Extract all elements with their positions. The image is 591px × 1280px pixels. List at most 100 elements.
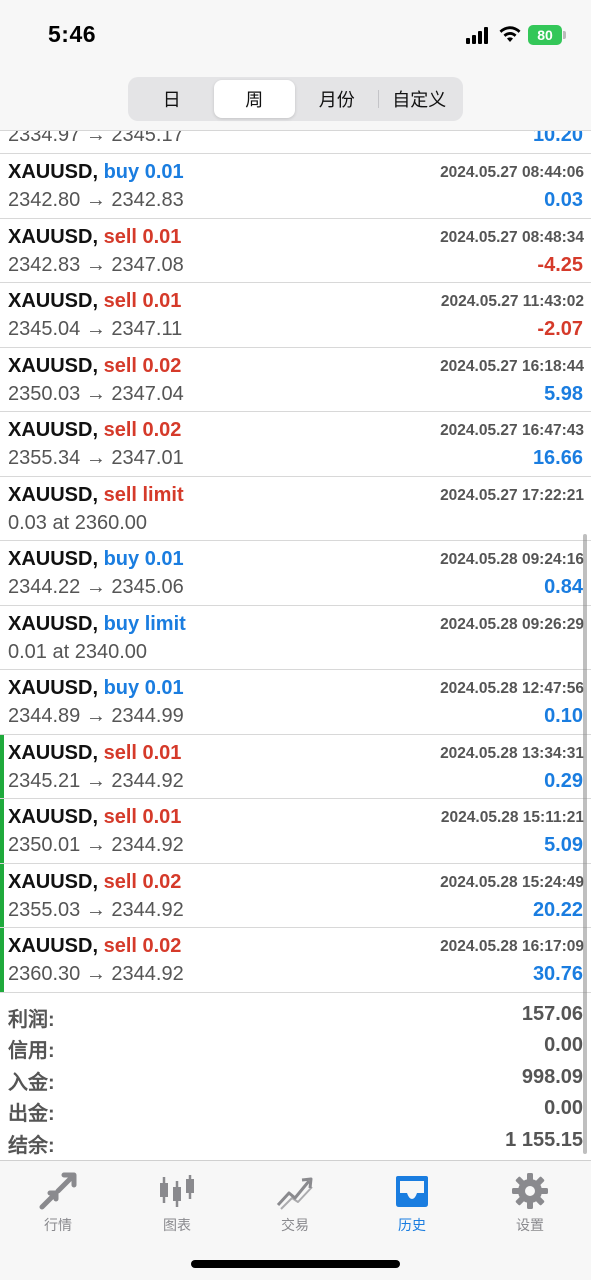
history-row[interactable]: XAUUSD, buy limit 2024.05.28 09:26:29 0.01… <box>0 605 591 670</box>
summary-value: 0.00 <box>544 1097 583 1119</box>
row-prices: 2334.97 → 2345.17 <box>8 131 184 146</box>
row-prices: 2360.30 → 2344.92 <box>8 963 184 985</box>
row-side: buy limit <box>103 612 186 635</box>
row-time: 2024.05.28 09:24:16 <box>440 551 584 568</box>
row-prices: 2344.89 → 2344.99 <box>8 705 184 727</box>
row-prices: 2342.80 → 2342.83 <box>8 189 184 211</box>
row-side: sell 0.02 <box>103 354 182 377</box>
history-row-partial[interactable]: 2334.97 → 2345.17 10.20 <box>0 131 591 154</box>
row-time: 2024.05.28 15:11:21 <box>440 809 584 826</box>
app-root: 5:46 80 日 周 月份 自定义 2334.97 → 2345.17 10.… <box>0 0 591 1280</box>
battery-icon: 80 <box>528 25 562 45</box>
period-tab-custom[interactable]: 自定义 <box>379 80 461 118</box>
row-profit: 0.84 <box>544 576 583 598</box>
order-rows: XAUUSD, buy 0.01 2024.05.27 08:44:06 2342.… <box>0 154 591 993</box>
home-indicator[interactable] <box>191 1260 400 1268</box>
history-row[interactable]: XAUUSD, buy 0.01 2024.05.28 12:47:56 2344.… <box>0 670 591 735</box>
row-symbol: XAUUSD, <box>8 612 99 635</box>
history-row[interactable]: XAUUSD, sell 0.01 2024.05.28 15:11:21 2350… <box>0 799 591 864</box>
period-tab-day[interactable]: 日 <box>131 80 213 118</box>
row-profit: 0.10 <box>544 705 583 727</box>
row-title: XAUUSD, sell 0.01 <box>8 290 181 313</box>
tab-label: 交易 <box>281 1217 309 1233</box>
history-row[interactable]: XAUUSD, sell 0.01 2024.05.28 13:34:31 2345… <box>0 734 591 799</box>
row-profit: 30.76 <box>532 963 583 985</box>
history-list[interactable]: 2334.97 → 2345.17 10.20 XAUUSD, buy 0.01… <box>0 131 591 1160</box>
history-row[interactable]: XAUUSD, buy 0.01 2024.05.28 09:24:16 2344.… <box>0 541 591 606</box>
status-time: 5:46 <box>48 21 97 47</box>
tab-quotes[interactable]: 行情 <box>8 1171 108 1235</box>
summary-value: 0.00 <box>544 1034 583 1056</box>
tab-history[interactable]: 历史 <box>362 1171 462 1235</box>
cellular-signal-icon <box>466 27 492 44</box>
tab-label: 设置 <box>516 1217 544 1233</box>
tab-charts[interactable]: 图表 <box>127 1171 227 1235</box>
history-row[interactable]: XAUUSD, sell limit 2024.05.27 17:22:21 0.0… <box>0 476 591 541</box>
row-title: XAUUSD, buy 0.01 <box>8 161 184 184</box>
scroll-indicator[interactable] <box>583 534 587 1154</box>
period-tab-month[interactable]: 月份 <box>296 80 378 118</box>
candlestick-chart-icon <box>160 1175 194 1207</box>
period-tab-label: 日 <box>162 90 181 110</box>
row-side: sell 0.02 <box>103 935 182 957</box>
tab-trade[interactable]: 交易 <box>245 1171 345 1235</box>
row-symbol: XAUUSD, <box>8 870 99 893</box>
row-prices: 2345.21 → 2344.92 <box>8 769 184 792</box>
row-side: sell 0.01 <box>103 225 182 248</box>
row-time: 2024.05.28 16:17:09 <box>440 938 584 955</box>
row-symbol: XAUUSD, <box>8 677 99 699</box>
row-title: XAUUSD, sell 0.02 <box>8 871 181 894</box>
row-prices: 2344.22 → 2345.06 <box>8 576 184 598</box>
row-time: 2024.05.27 11:43:02 <box>440 293 584 310</box>
period-segmented-control: 日 周 月份 自定义 <box>128 77 463 121</box>
row-symbol: XAUUSD, <box>8 548 99 570</box>
period-tab-label: 自定义 <box>392 90 447 110</box>
summary-value: 998.09 <box>521 1065 583 1088</box>
summary-value: 157.06 <box>521 1002 583 1025</box>
summary-deposit: 入金: 998.09 <box>0 1062 591 1094</box>
status-bar: 5:46 80 <box>0 0 591 70</box>
gear-icon <box>512 1173 548 1209</box>
row-prices: 2345.04 → 2347.11 <box>8 318 183 340</box>
row-title: XAUUSD, sell 0.01 <box>8 226 181 249</box>
row-profit: 0.03 <box>544 189 583 211</box>
summary-section: 利润: 157.06 信用: 0.00 入金: 998.09 出金: 0.00 … <box>0 993 591 1157</box>
row-side: sell limit <box>103 483 184 506</box>
battery-tip <box>563 31 566 39</box>
closed-position-marker <box>0 863 4 927</box>
period-tab-label: 月份 <box>318 90 355 110</box>
row-title: XAUUSD, sell 0.02 <box>8 419 181 442</box>
history-row[interactable]: XAUUSD, sell 0.02 2024.05.27 16:18:44 2350… <box>0 347 591 412</box>
row-symbol: XAUUSD, <box>8 935 99 957</box>
summary-label: 利润: <box>8 1008 55 1031</box>
row-title: XAUUSD, sell 0.01 <box>8 806 181 829</box>
row-side: sell 0.01 <box>103 290 182 312</box>
row-profit: 5.98 <box>544 382 583 405</box>
tab-settings[interactable]: 设置 <box>480 1171 580 1235</box>
row-profit: 10.20 <box>532 131 583 146</box>
history-inbox-icon <box>396 1176 428 1207</box>
row-symbol: XAUUSD, <box>8 741 99 764</box>
history-row[interactable]: XAUUSD, sell 0.02 2024.05.28 15:24:49 2355… <box>0 863 591 928</box>
closed-position-marker <box>0 799 4 863</box>
history-row[interactable]: XAUUSD, sell 0.01 2024.05.27 08:48:34 2342… <box>0 218 591 283</box>
row-prices: 2350.01 → 2344.92 <box>8 834 184 856</box>
row-time: 2024.05.28 15:24:49 <box>440 873 584 891</box>
row-title: XAUUSD, sell 0.02 <box>8 355 181 378</box>
row-time: 2024.05.28 12:47:56 <box>440 680 584 697</box>
summary-withdrawal: 出金: 0.00 <box>0 1093 591 1125</box>
row-title: XAUUSD, buy 0.01 <box>8 548 184 571</box>
history-row[interactable]: XAUUSD, sell 0.02 2024.05.28 16:17:09 2360… <box>0 928 591 993</box>
summary-credit: 信用: 0.00 <box>0 1030 591 1062</box>
period-tab-week[interactable]: 周 <box>213 80 295 118</box>
history-row[interactable]: XAUUSD, buy 0.01 2024.05.27 08:44:06 2342.… <box>0 154 591 219</box>
history-row[interactable]: XAUUSD, sell 0.02 2024.05.27 16:47:43 2355… <box>0 412 591 477</box>
row-title: XAUUSD, buy 0.01 <box>8 677 184 700</box>
battery-level: 80 <box>537 27 553 43</box>
tab-label: 历史 <box>398 1217 426 1233</box>
row-time: 2024.05.27 08:44:06 <box>440 164 584 181</box>
trade-trend-icon <box>276 1177 313 1210</box>
row-profit: -4.25 <box>537 253 583 276</box>
row-profit: 5.09 <box>544 834 583 856</box>
history-row[interactable]: XAUUSD, sell 0.01 2024.05.27 11:43:02 2345… <box>0 283 591 348</box>
